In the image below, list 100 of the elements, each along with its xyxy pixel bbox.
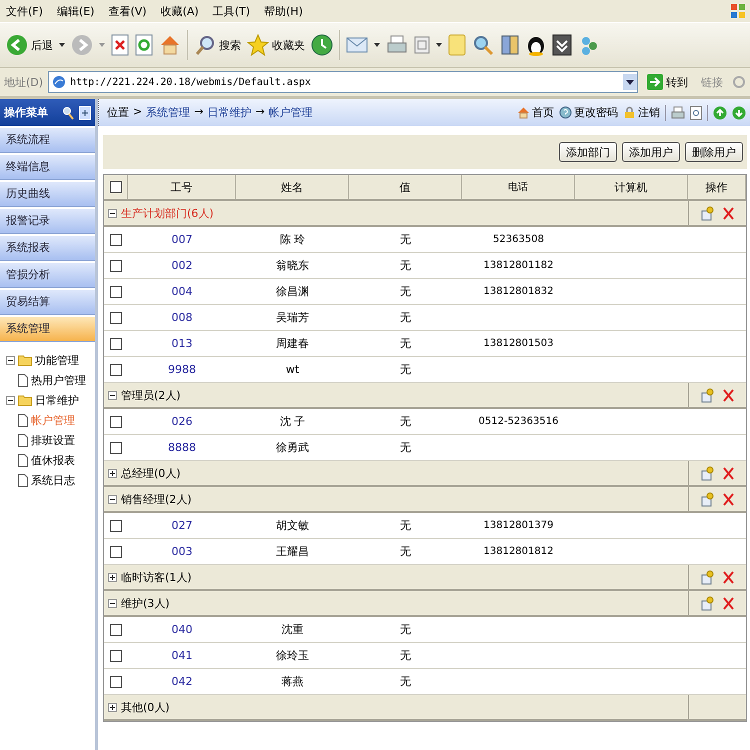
tree-item[interactable]: 排班设置 — [31, 432, 75, 448]
menu-item[interactable]: 查看(V) — [108, 4, 147, 18]
up-arrow-icon[interactable] — [713, 106, 727, 120]
favorites-button[interactable]: 收藏夹 — [247, 34, 305, 56]
collapse-icon[interactable] — [6, 356, 15, 364]
back-button[interactable]: 后退 — [6, 34, 53, 56]
row-checkbox[interactable] — [110, 234, 122, 246]
table-cell-text: 无 — [399, 674, 412, 690]
expand-icon[interactable] — [108, 572, 117, 582]
go-button[interactable]: 转到 — [643, 74, 692, 90]
expand-icon[interactable] — [108, 702, 117, 712]
group-label: 维护(3人) — [121, 596, 170, 610]
sidebar-item[interactable]: 终端信息 — [0, 155, 95, 180]
collapse-icon[interactable] — [6, 396, 15, 404]
caret-icon[interactable] — [436, 43, 442, 47]
history-icon[interactable] — [311, 34, 333, 56]
collapse-icon[interactable] — [108, 494, 117, 504]
delete-icon[interactable] — [723, 570, 734, 584]
tree-item[interactable]: 日常维护 — [35, 392, 79, 408]
delete-icon[interactable] — [723, 492, 734, 506]
panel-icon[interactable] — [79, 106, 91, 120]
table-cell-text: 008 — [170, 310, 194, 326]
refresh-icon[interactable] — [135, 34, 153, 56]
delete-icon[interactable] — [723, 596, 734, 610]
sidebar-item[interactable]: 报警记录 — [0, 209, 95, 234]
row-checkbox[interactable] — [110, 260, 122, 272]
search-button[interactable]: 搜索 — [194, 34, 241, 56]
collapse-icon[interactable] — [108, 598, 117, 608]
edit-icon[interactable] — [701, 492, 715, 506]
folder-icon — [18, 394, 32, 406]
sidebar-item[interactable]: 贸易结算 — [0, 290, 95, 315]
sidebar-item[interactable]: 管损分析 — [0, 263, 95, 288]
dropdown-icon[interactable] — [623, 74, 637, 90]
stop-icon[interactable] — [111, 34, 129, 56]
table-cell-text: 无 — [399, 544, 412, 560]
breadcrumb-separator: → — [194, 105, 204, 120]
edit-icon[interactable] — [701, 206, 715, 220]
group-label: 管理员(2人) — [121, 388, 181, 402]
caret-icon[interactable] — [374, 43, 380, 47]
penguin-icon[interactable] — [526, 34, 546, 56]
address-field[interactable]: http://221.224.20.18/webmis/Default.aspx — [48, 71, 638, 93]
window-icon[interactable] — [552, 34, 572, 56]
down-arrow-icon[interactable] — [732, 106, 746, 120]
mail-icon[interactable] — [346, 36, 368, 54]
menu-item[interactable]: 帮助(H) — [264, 4, 303, 18]
row-checkbox[interactable] — [110, 676, 122, 688]
caret-icon[interactable] — [59, 43, 65, 47]
collapse-icon[interactable] — [108, 208, 117, 218]
sidebar-item[interactable]: 系统流程 — [0, 128, 95, 153]
table-cell-text: 040 — [170, 622, 194, 638]
header-link[interactable]: 注销 — [623, 105, 660, 120]
row-checkbox[interactable] — [110, 338, 122, 350]
table-cell: 13812801182 — [484, 260, 554, 271]
edit-icon[interactable] — [701, 466, 715, 480]
tree-item[interactable]: 功能管理 — [35, 352, 79, 368]
row-checkbox[interactable] — [110, 520, 122, 532]
row-checkbox[interactable] — [110, 650, 122, 662]
delete-icon[interactable] — [723, 466, 734, 480]
tree-item[interactable]: 值休报表 — [31, 452, 75, 468]
expand-icon[interactable] — [108, 468, 117, 478]
row-checkbox[interactable] — [110, 546, 122, 558]
menu-item[interactable]: 工具(T) — [212, 4, 250, 18]
group-label: 销售经理(2人) — [121, 492, 192, 506]
printer-icon[interactable] — [671, 106, 685, 120]
sidebar-item[interactable]: 系统报表 — [0, 236, 95, 261]
action-button[interactable]: 添加部门 — [559, 142, 617, 162]
edit-icon[interactable] — [701, 388, 715, 402]
row-checkbox[interactable] — [110, 286, 122, 298]
breadcrumb-item[interactable]: 系统管理 — [146, 105, 190, 120]
preview-icon[interactable] — [690, 106, 702, 120]
action-button[interactable]: 删除用户 — [685, 142, 743, 162]
edit-icon[interactable] — [701, 570, 715, 584]
menu-item[interactable]: 收藏(A) — [160, 4, 199, 18]
sidebar-item[interactable]: 系统管理 — [0, 317, 95, 342]
column-header: 计算机 — [575, 175, 688, 199]
collapse-icon[interactable] — [108, 390, 117, 400]
menu-item[interactable]: 编辑(E) — [56, 4, 94, 18]
book-icon[interactable] — [500, 34, 520, 56]
home-icon[interactable] — [159, 34, 181, 56]
header-link[interactable]: 首页 — [517, 105, 554, 120]
menu-item[interactable]: 文件(F) — [6, 4, 43, 18]
header-link[interactable]: 更改密码 — [559, 105, 618, 120]
delete-icon[interactable] — [723, 388, 734, 402]
search-icon[interactable] — [62, 106, 74, 120]
row-checkbox[interactable] — [110, 624, 122, 636]
row-checkbox[interactable] — [110, 364, 122, 376]
breadcrumb-item[interactable]: 帐户管理 — [268, 105, 313, 120]
tree-item[interactable]: 系统日志 — [31, 472, 75, 488]
sidebar-item[interactable]: 历史曲线 — [0, 182, 95, 207]
tree-item[interactable]: 热用户管理 — [31, 372, 86, 388]
action-button[interactable]: 添加用户 — [622, 142, 680, 162]
row-checkbox[interactable] — [110, 442, 122, 454]
breadcrumb-item[interactable]: 日常维护 — [207, 105, 252, 120]
row-checkbox[interactable] — [110, 416, 122, 428]
row-checkbox[interactable] — [110, 312, 122, 324]
column-header: 工号 — [128, 175, 236, 199]
magnifier-icon[interactable] — [472, 34, 494, 56]
edit-icon[interactable] — [701, 596, 715, 610]
delete-icon[interactable] — [723, 206, 734, 220]
select-all-checkbox[interactable] — [110, 181, 122, 193]
